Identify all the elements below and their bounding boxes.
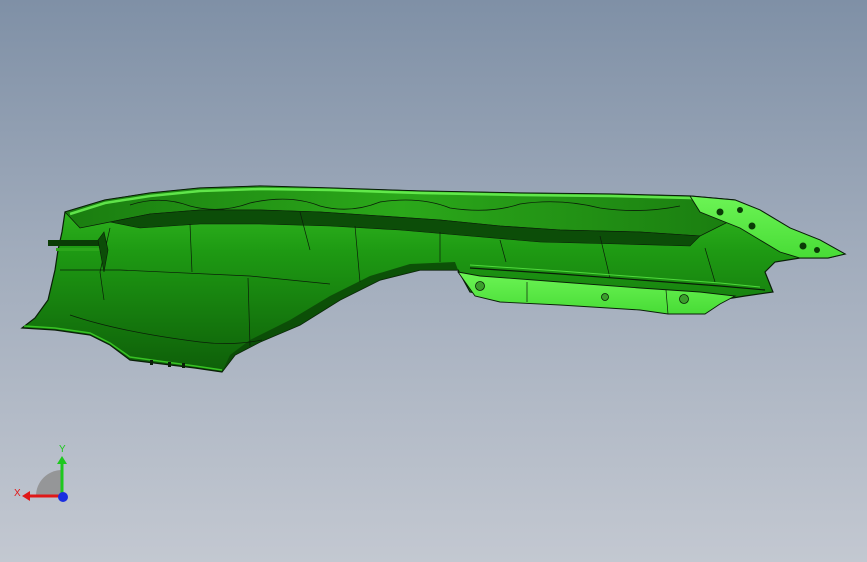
graphics-viewport[interactable]: X Y — [0, 0, 867, 562]
mount-hole — [475, 281, 485, 291]
triad-base-arc — [36, 470, 62, 496]
cad-model[interactable] — [0, 0, 867, 562]
flange-hole — [799, 242, 807, 250]
z-axis-dot — [58, 492, 68, 502]
y-axis-label: Y — [59, 444, 66, 455]
mount-hole — [679, 294, 689, 304]
flange-hole — [716, 208, 724, 216]
x-axis-label: X — [14, 488, 21, 499]
y-axis-arrow — [57, 456, 67, 464]
flange-hole — [737, 207, 743, 213]
axis-triad: X Y — [14, 444, 68, 502]
flange-hole — [814, 247, 820, 253]
flange-hole — [748, 222, 756, 230]
x-axis-arrow — [22, 491, 30, 501]
mount-hole — [601, 293, 609, 301]
